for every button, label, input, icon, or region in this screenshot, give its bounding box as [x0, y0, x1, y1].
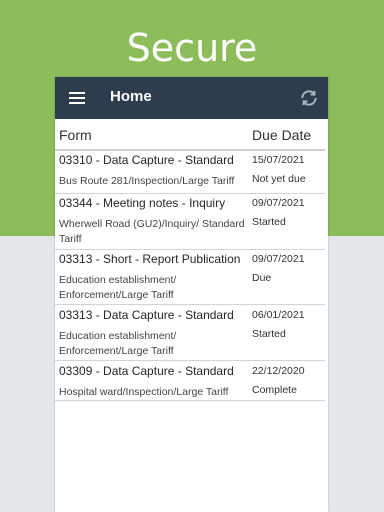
table-row[interactable]: 03313 - Short - Report Publication Educa… — [55, 250, 325, 305]
due-date: 22/12/2020 — [252, 365, 305, 377]
due-date: 06/01/2021 — [252, 309, 305, 321]
form-title: 03313 - Data Capture - Standard — [59, 308, 234, 322]
due-date: 15/07/2021 — [252, 154, 305, 166]
hamburger-menu-icon[interactable] — [69, 92, 85, 104]
form-subtitle: Wherwell Road (GU2)/Inquiry/ Standard Ta… — [59, 218, 245, 245]
form-title: 03309 - Data Capture - Standard — [59, 364, 234, 378]
form-title: 03313 - Short - Report Publication — [59, 252, 241, 266]
app-bar: Home — [55, 77, 328, 119]
table-row[interactable]: 03313 - Data Capture - Standard Educatio… — [55, 306, 325, 361]
table-row[interactable]: 03310 - Data Capture - Standard Bus Rout… — [55, 151, 325, 194]
status-text: Not yet due — [252, 173, 306, 185]
form-subtitle: Education establishment/ Enforcement/Lar… — [59, 274, 177, 301]
status-text: Started — [252, 328, 286, 340]
app-title: Home — [110, 88, 152, 105]
column-header-form[interactable]: Form — [59, 127, 92, 143]
status-text: Due — [252, 272, 272, 284]
form-title: 03310 - Data Capture - Standard — [59, 153, 234, 167]
due-date: 09/07/2021 — [252, 197, 305, 209]
table-row[interactable]: 03309 - Data Capture - Standard Hospital… — [55, 362, 325, 401]
refresh-icon[interactable] — [299, 88, 319, 108]
hero-title: Secure — [126, 26, 258, 70]
column-header-due-date[interactable]: Due Date — [252, 127, 311, 143]
form-title: 03344 - Meeting notes - Inquiry — [59, 196, 226, 210]
status-text: Complete — [252, 384, 297, 396]
due-date: 09/07/2021 — [252, 253, 305, 265]
app-screen: Home Form Due Date 03310 - Data Capture … — [55, 77, 328, 512]
form-subtitle: Bus Route 281/Inspection/Large Tariff — [59, 175, 235, 187]
form-subtitle: Hospital ward/Inspection/Large Tariff — [59, 386, 229, 398]
status-text: Started — [252, 216, 286, 228]
form-subtitle: Education establishment/ Enforcement/Lar… — [59, 330, 177, 357]
table-row[interactable]: 03344 - Meeting notes - Inquiry Wherwell… — [55, 194, 325, 250]
